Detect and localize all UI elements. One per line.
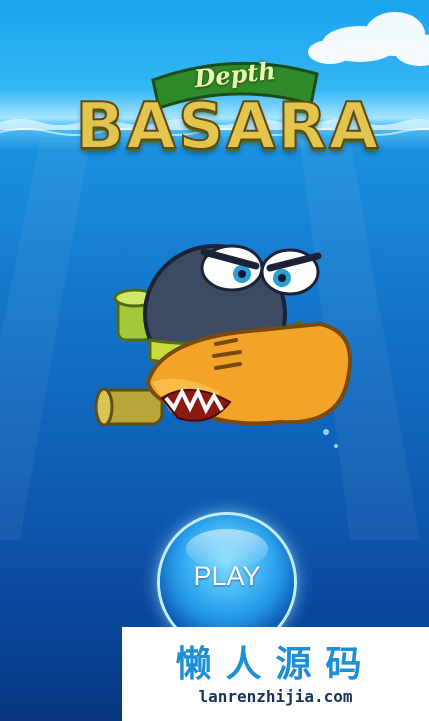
game-screen: Depth BASARA PLAY 懒人源码 lanrenzhijia.com [0, 0, 429, 721]
bubbles [323, 429, 338, 448]
watermark-chinese-text: 懒人源码 [175, 644, 376, 685]
logo-title: BASARA [75, 89, 381, 165]
game-logo: Depth BASARA [55, 52, 395, 197]
watermark-url: lanrenzhijia.com [198, 687, 353, 706]
submarine-fish-character [94, 244, 353, 448]
play-label: PLAY [193, 561, 261, 591]
watermark-logo: 懒人源码 lanrenzhijia.com [122, 627, 429, 721]
